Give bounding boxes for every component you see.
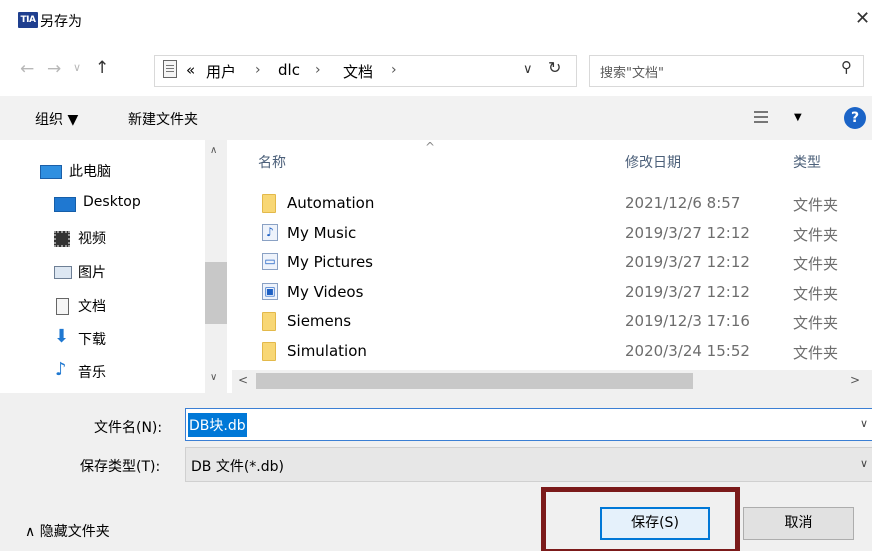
sidebar-item-label: 此电脑: [69, 164, 111, 180]
breadcrumb-users[interactable]: 用户: [206, 61, 236, 82]
file-type: 文件夹: [793, 196, 839, 214]
file-name: My Music: [287, 224, 357, 242]
tia-app-icon: TIA: [18, 12, 38, 28]
file-name: My Videos: [287, 283, 364, 301]
table-row[interactable]: Automation 2021/12/6 8:57 文件夹: [232, 189, 872, 219]
folder-icon: [262, 312, 276, 331]
file-type: 文件夹: [793, 285, 839, 303]
breadcrumb-dlc[interactable]: dlc: [278, 61, 300, 79]
table-row[interactable]: ▭ My Pictures 2019/3/27 12:12 文件夹: [232, 248, 872, 278]
up-arrow-icon[interactable]: ↑: [95, 58, 109, 78]
filename-selected-text[interactable]: DB块.db: [188, 413, 247, 437]
file-type: 文件夹: [793, 255, 839, 273]
file-date: 2021/12/6 8:57: [625, 194, 741, 212]
sidebar-item-documents[interactable]: 文档: [0, 290, 205, 322]
music-folder-icon: ♪: [262, 224, 278, 241]
breadcrumb-separator-icon[interactable]: ›: [315, 62, 321, 78]
table-row[interactable]: Siemens 2019/12/3 17:16 文件夹: [232, 307, 872, 337]
sidebar-item-label: 图片: [78, 265, 106, 281]
organize-menu-button[interactable]: 组织 ▼: [35, 109, 78, 129]
desktop-icon: [54, 197, 76, 212]
view-options-icon[interactable]: [754, 110, 768, 124]
videos-folder-icon: ▣: [262, 283, 278, 300]
scroll-down-icon[interactable]: ∨: [210, 372, 217, 383]
refresh-icon[interactable]: ↻: [548, 58, 561, 77]
sidebar-item-music[interactable]: ♪ 音乐: [0, 356, 205, 388]
breadcrumb-separator-icon[interactable]: ›: [391, 62, 397, 78]
table-row[interactable]: ▣ My Videos 2019/3/27 12:12 文件夹: [232, 278, 872, 308]
hide-folders-toggle[interactable]: ∧ 隐藏文件夹: [25, 521, 110, 541]
pictures-folder-icon: ▭: [262, 253, 278, 270]
sidebar-item-label: 文档: [78, 299, 106, 315]
folder-icon: [262, 342, 276, 361]
view-dropdown-icon[interactable]: ▼: [794, 112, 802, 123]
file-date: 2019/12/3 17:16: [625, 312, 750, 330]
sidebar-item-label: 下载: [78, 332, 106, 348]
filetype-select[interactable]: [185, 447, 872, 482]
column-header-type[interactable]: 类型: [793, 152, 821, 172]
forward-arrow-icon[interactable]: →: [47, 59, 61, 79]
file-name: Simulation: [287, 342, 367, 360]
breadcrumb-documents[interactable]: 文档: [343, 61, 373, 82]
sidebar-item-downloads[interactable]: ⬇ 下载: [0, 323, 205, 355]
document-icon: [163, 60, 177, 78]
column-header-date[interactable]: 修改日期: [625, 152, 681, 172]
sidebar-item-videos[interactable]: 视频: [0, 222, 205, 254]
sidebar-item-label: Desktop: [83, 194, 141, 210]
scroll-right-icon[interactable]: >: [850, 373, 860, 387]
table-row[interactable]: Simulation 2020/3/24 15:52 文件夹: [232, 337, 872, 367]
sort-ascending-icon: ^: [425, 140, 436, 154]
pictures-icon: [54, 266, 72, 279]
file-date: 2019/3/27 12:12: [625, 283, 750, 301]
cancel-button[interactable]: 取消: [743, 507, 854, 540]
sidebar-item-label: 音乐: [78, 365, 106, 381]
file-name: Siemens: [287, 312, 352, 330]
breadcrumb-separator-icon[interactable]: ›: [255, 62, 261, 78]
filetype-label: 保存类型(T):: [80, 459, 161, 475]
title-bar: [0, 0, 872, 40]
file-name: My Pictures: [287, 253, 373, 271]
file-date: 2019/3/27 12:12: [625, 253, 750, 271]
file-type: 文件夹: [793, 226, 839, 244]
file-name: Automation: [287, 194, 375, 212]
address-dropdown-icon[interactable]: ∨: [523, 62, 533, 77]
file-type: 文件夹: [793, 314, 839, 332]
folder-icon: [262, 194, 276, 213]
breadcrumb-overflow[interactable]: «: [186, 61, 195, 79]
filetype-value: DB 文件(*.db): [191, 459, 284, 475]
new-folder-button[interactable]: 新建文件夹: [128, 109, 198, 129]
filename-field[interactable]: [185, 408, 872, 441]
search-placeholder: 搜索"文档": [600, 66, 664, 81]
sidebar-item-desktop[interactable]: Desktop: [0, 188, 205, 220]
filetype-dropdown-icon[interactable]: ∨: [860, 457, 868, 470]
scroll-left-icon[interactable]: <: [238, 373, 248, 387]
music-icon: ♪: [55, 359, 67, 380]
table-row[interactable]: ♪ My Music 2019/3/27 12:12 文件夹: [232, 219, 872, 249]
computer-icon: [40, 165, 62, 179]
search-icon[interactable]: ⚲: [841, 58, 852, 76]
column-header-name[interactable]: 名称: [258, 152, 286, 172]
file-date: 2020/3/24 15:52: [625, 342, 750, 360]
filename-label: 文件名(N):: [94, 420, 163, 436]
scroll-up-icon[interactable]: ∧: [210, 145, 217, 156]
save-button[interactable]: 保存(S): [600, 507, 710, 540]
download-icon: ⬇: [54, 326, 70, 347]
file-date: 2019/3/27 12:12: [625, 224, 750, 242]
documents-icon: [56, 298, 69, 315]
sidebar-scroll-thumb[interactable]: [205, 262, 227, 324]
recent-locations-chevron-icon[interactable]: ∨: [73, 61, 81, 74]
window-title: 另存为: [40, 14, 82, 30]
sidebar-item-pictures[interactable]: 图片: [0, 256, 205, 288]
filename-dropdown-icon[interactable]: ∨: [860, 417, 868, 430]
horizontal-scroll-thumb[interactable]: [256, 373, 693, 389]
video-icon: [54, 231, 70, 247]
sidebar-item-label: 视频: [78, 231, 106, 247]
file-type: 文件夹: [793, 344, 839, 362]
sidebar-item-this-pc[interactable]: 此电脑: [0, 155, 205, 187]
back-arrow-icon[interactable]: ←: [20, 59, 34, 79]
close-icon[interactable]: ✕: [855, 8, 870, 29]
help-icon[interactable]: ?: [844, 107, 866, 129]
